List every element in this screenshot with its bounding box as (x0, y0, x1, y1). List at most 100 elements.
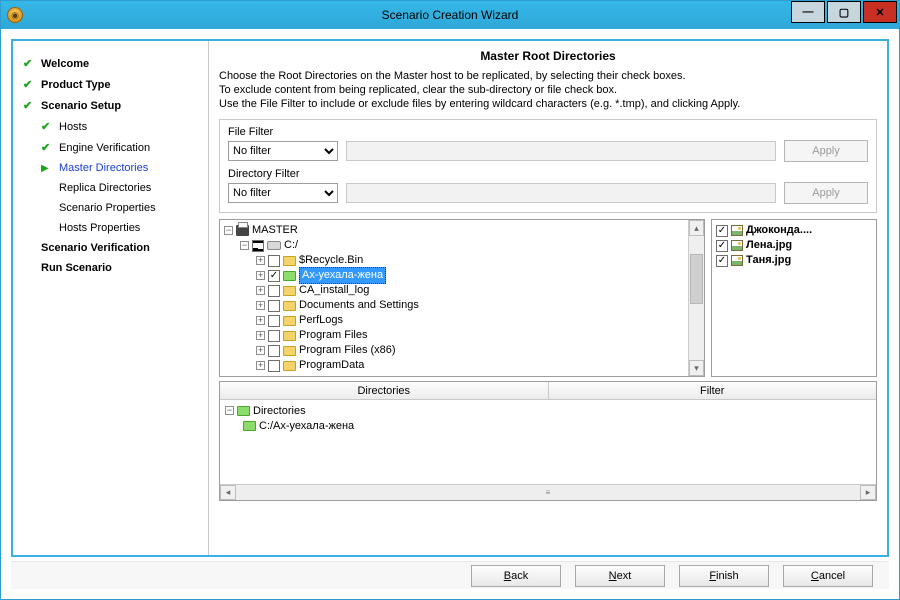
checkbox[interactable] (268, 300, 280, 312)
nav-replica-directories[interactable]: Replica Directories (23, 180, 200, 196)
nav-scenario-verification[interactable]: Scenario Verification (23, 240, 200, 256)
file-row[interactable]: Лена.jpg (716, 238, 856, 253)
check-icon: ✔ (41, 120, 53, 133)
app-icon: ◉ (7, 7, 23, 23)
check-icon: ✔ (23, 99, 35, 112)
check-icon: ✔ (23, 57, 35, 70)
maximize-button[interactable]: ▢ (827, 1, 861, 23)
scrollbar[interactable]: ▴ ▾ (688, 220, 704, 376)
tree-row[interactable]: −C:/ (224, 238, 684, 253)
tree-row[interactable]: +Program Files (x86) (224, 343, 684, 358)
expand-icon[interactable]: + (256, 361, 265, 370)
file-filter-input[interactable] (346, 141, 776, 161)
tree-row[interactable]: −MASTER (224, 223, 684, 238)
file-filter-select[interactable]: No filter (228, 141, 338, 161)
close-button[interactable]: ✕ (863, 1, 897, 23)
drive-icon (267, 241, 281, 250)
collapse-icon[interactable]: − (225, 406, 234, 415)
wizard-footer: Back Next Finish Cancel (11, 561, 889, 589)
checkbox[interactable] (268, 345, 280, 357)
tree-row[interactable]: +Documents and Settings (224, 298, 684, 313)
triangle-icon: ▶ (41, 163, 53, 174)
directories-filter-table: Directories Filter − Directories C:/Ах-у… (219, 381, 877, 501)
folder-icon (283, 316, 296, 326)
expand-icon[interactable]: + (256, 301, 265, 310)
tree-row[interactable]: +ProgramData (224, 358, 684, 373)
summary-path[interactable]: C:/Ах-уехала-жена (225, 418, 871, 433)
instructions: Choose the Root Directories on the Maste… (219, 69, 877, 111)
directory-filter-select[interactable]: No filter (228, 183, 338, 203)
col-filter[interactable]: Filter (549, 382, 877, 399)
checkbox[interactable] (716, 240, 728, 252)
checkbox[interactable] (716, 225, 728, 237)
nav-scenario-setup[interactable]: ✔ Scenario Setup (23, 97, 200, 114)
checkbox[interactable] (716, 255, 728, 267)
file-row[interactable]: Таня.jpg (716, 253, 856, 268)
collapse-icon[interactable]: − (240, 241, 249, 250)
folder-icon (283, 301, 296, 311)
tree-row[interactable]: +Program Files (224, 328, 684, 343)
expand-icon[interactable]: + (256, 271, 265, 280)
nav-scenario-properties[interactable]: Scenario Properties (23, 200, 200, 216)
check-icon: ✔ (41, 141, 53, 154)
image-file-icon (731, 225, 743, 236)
folder-icon (243, 421, 256, 431)
folder-icon (283, 361, 296, 371)
file-filter-label: File Filter (228, 126, 868, 138)
collapse-icon[interactable]: − (224, 226, 233, 235)
folder-icon (283, 256, 296, 266)
directory-filter-apply-button[interactable]: Apply (784, 182, 868, 204)
back-button[interactable]: Back (471, 565, 561, 587)
file-row[interactable]: Джоконда.... (716, 223, 856, 238)
expand-icon[interactable]: + (256, 256, 265, 265)
tree-row[interactable]: +$Recycle.Bin (224, 253, 684, 268)
next-button[interactable]: Next (575, 565, 665, 587)
directory-filter-input[interactable] (346, 183, 776, 203)
summary-root[interactable]: − Directories (225, 403, 871, 418)
checkbox[interactable] (268, 270, 280, 282)
image-file-icon (731, 240, 743, 251)
nav-welcome[interactable]: ✔ Welcome (23, 55, 200, 72)
nav-hosts[interactable]: ✔ Hosts (23, 118, 200, 135)
scroll-down-icon[interactable]: ▾ (689, 360, 704, 376)
checkbox[interactable] (268, 255, 280, 267)
nav-engine-verification[interactable]: ✔ Engine Verification (23, 139, 200, 156)
finish-button[interactable]: Finish (679, 565, 769, 587)
page-title: Master Root Directories (219, 49, 877, 63)
wizard-nav: ✔ Welcome ✔ Product Type ✔ Scenario Setu… (13, 41, 208, 555)
file-filter-apply-button[interactable]: Apply (784, 140, 868, 162)
host-icon (236, 225, 249, 236)
checkbox[interactable] (268, 330, 280, 342)
folder-icon (237, 406, 250, 416)
folder-icon (283, 346, 296, 356)
directory-filter-label: Directory Filter (228, 168, 868, 180)
tree-row[interactable]: +CA_install_log (224, 283, 684, 298)
folder-icon (283, 331, 296, 341)
nav-master-directories[interactable]: ▶ Master Directories (23, 160, 200, 176)
checkbox[interactable] (252, 240, 264, 252)
nav-product-type[interactable]: ✔ Product Type (23, 76, 200, 93)
directory-tree[interactable]: −MASTER−C:/+$Recycle.Bin+Ах-уехала-жена+… (219, 219, 705, 377)
scroll-left-icon[interactable]: ◂ (220, 485, 236, 500)
expand-icon[interactable]: + (256, 316, 265, 325)
checkbox[interactable] (268, 315, 280, 327)
cancel-button[interactable]: Cancel (783, 565, 873, 587)
h-scrollbar[interactable]: ◂ ≡ ▸ (220, 484, 876, 500)
tree-row[interactable]: +PerfLogs (224, 313, 684, 328)
file-list[interactable]: Джоконда....Лена.jpgТаня.jpg (711, 219, 877, 377)
expand-icon[interactable]: + (256, 346, 265, 355)
checkbox[interactable] (268, 360, 280, 372)
scroll-up-icon[interactable]: ▴ (689, 220, 704, 236)
nav-run-scenario[interactable]: Run Scenario (23, 260, 200, 276)
scroll-right-icon[interactable]: ▸ (860, 485, 876, 500)
nav-hosts-properties[interactable]: Hosts Properties (23, 220, 200, 236)
checkbox[interactable] (268, 285, 280, 297)
minimize-button[interactable]: — (791, 1, 825, 23)
tree-row[interactable]: +Ах-уехала-жена (224, 268, 684, 283)
window-title: Scenario Creation Wizard (1, 8, 899, 22)
image-file-icon (731, 255, 743, 266)
col-directories[interactable]: Directories (220, 382, 549, 399)
expand-icon[interactable]: + (256, 331, 265, 340)
expand-icon[interactable]: + (256, 286, 265, 295)
scroll-thumb[interactable] (690, 254, 703, 304)
